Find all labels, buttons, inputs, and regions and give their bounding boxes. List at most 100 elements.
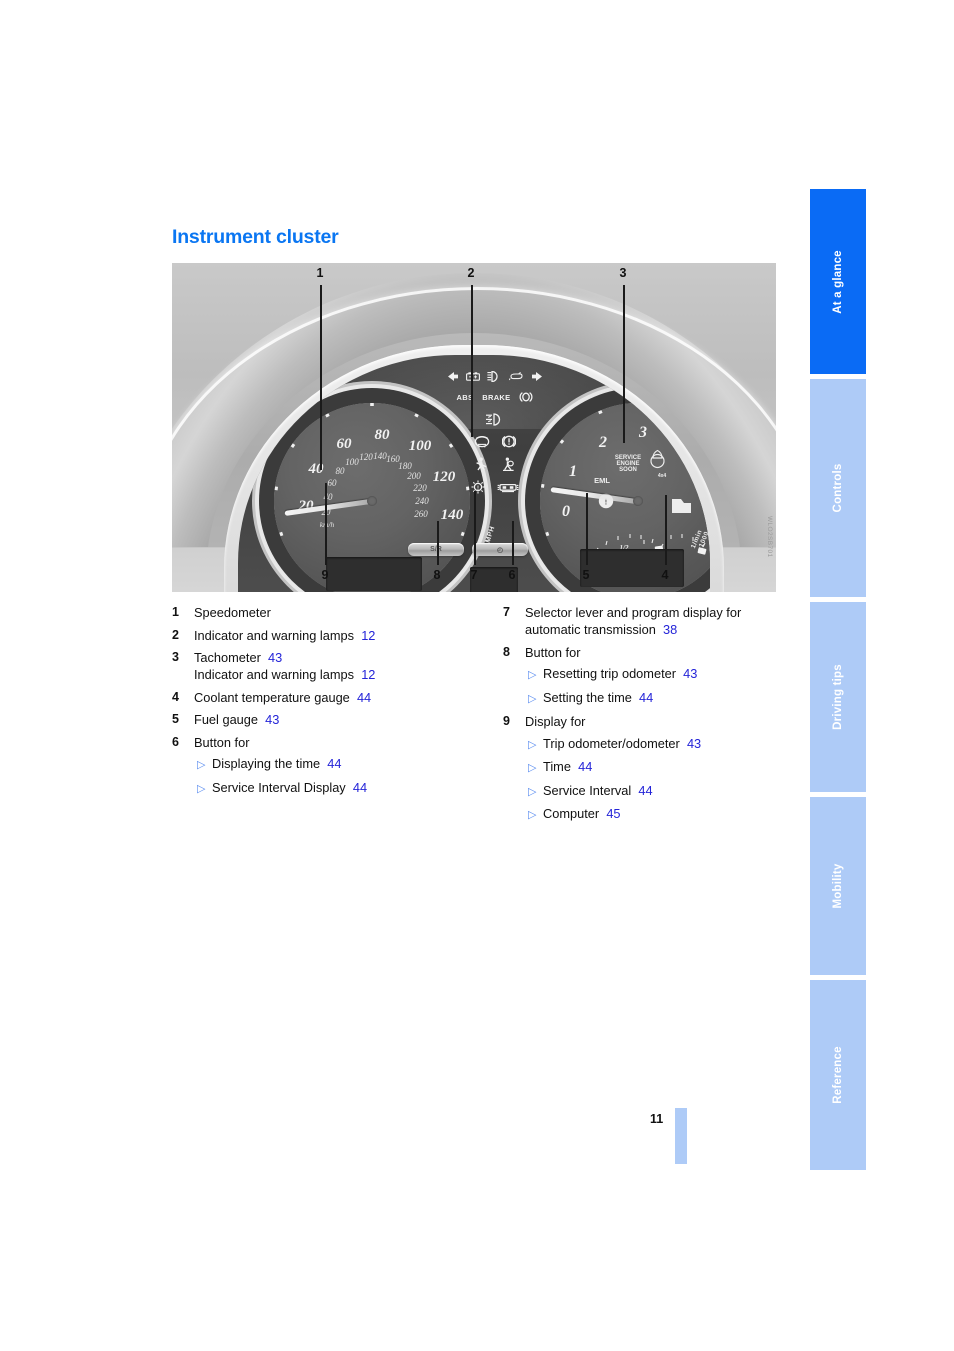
legend-entry-number: 1 xyxy=(172,605,179,619)
triangle-bullet-icon: ▷ xyxy=(528,669,537,681)
page-number: 11 xyxy=(650,1112,664,1126)
page-reference-link[interactable]: 38 xyxy=(656,622,677,637)
chapter-tab-label: Controls xyxy=(832,463,844,513)
page-reference-link[interactable]: 44 xyxy=(571,759,592,774)
chapter-tab-driving-tips[interactable]: Driving tips xyxy=(810,602,866,792)
turn-signal-right-icon xyxy=(531,371,544,382)
page-reference-link[interactable]: 45 xyxy=(599,806,620,821)
leader-line-9 xyxy=(325,483,327,565)
legend-entry-number: 3 xyxy=(172,650,179,664)
legend-sub-label: Service Interval Display xyxy=(212,779,346,795)
page-reference-link[interactable]: 12 xyxy=(354,667,375,682)
legend-entry: 9 Display for ▷ Trip odometer/odometer 43 ▷ Ti… xyxy=(503,713,793,824)
legend-sub-item: ▷ Setting the time 44 xyxy=(528,689,793,708)
legend-sub-item: ▷ Displaying the time 44 xyxy=(197,755,487,774)
svg-text:7: 7 xyxy=(709,540,710,557)
chapter-tab-label: Mobility xyxy=(832,863,844,909)
legend-entry: 1 Speedometer xyxy=(172,604,487,621)
chapter-tab-label: At a glance xyxy=(832,249,844,314)
legend-entry: 7 Selector lever and program display for a… xyxy=(503,604,793,638)
legend-entry-body: Display for ▷ Trip odometer/odometer 43 ▷ Tim… xyxy=(525,713,793,824)
legend-entry-text: automatic transmission 38 xyxy=(525,621,793,638)
four-wheel-drive-icon xyxy=(650,449,665,469)
indicator-warning-lamp-panel: ABS BRAKE ! xyxy=(448,369,542,559)
page-reference-link[interactable]: 44 xyxy=(320,756,341,771)
legend-text: Button for xyxy=(525,644,581,660)
callout-1: 1 xyxy=(316,266,324,280)
legend-sub-label: Displaying the time xyxy=(212,756,321,771)
legend-sub-label: Resetting trip odometer xyxy=(543,666,677,681)
legend-text: Coolant temperature gauge xyxy=(194,689,350,705)
legend-entry-text: Indicator and warning lamps 12 xyxy=(194,627,487,644)
legend-sub-text: Displaying the time 44 xyxy=(212,755,341,772)
legend-entry-body: Fuel gauge 43 xyxy=(194,711,487,728)
turn-signal-left-icon xyxy=(446,371,459,382)
legend-sub-item: ▷ Time 44 xyxy=(528,758,793,777)
svg-text:60: 60 xyxy=(337,436,353,452)
page-reference-link[interactable]: 44 xyxy=(350,690,371,705)
legend-sub-text: Service Interval Display 44 xyxy=(212,779,367,796)
leader-line-2 xyxy=(471,285,473,437)
seatbelt-icon xyxy=(475,457,489,471)
callout-7: 7 xyxy=(470,568,478,582)
svg-text:180: 180 xyxy=(398,461,412,471)
callout-3: 3 xyxy=(619,266,627,280)
chapter-tab-controls[interactable]: Controls xyxy=(810,379,866,597)
legend-entry-number: 4 xyxy=(172,689,179,704)
svg-text:120: 120 xyxy=(359,452,373,462)
svg-text:4x4: 4x4 xyxy=(658,473,667,479)
callout-2: 2 xyxy=(467,266,475,280)
legend-entry-body: Indicator and warning lamps 12 xyxy=(194,627,487,644)
legend-entry: 2 Indicator and warning lamps 12 xyxy=(172,627,487,644)
legend-entry-body: Coolant temperature gauge 44 xyxy=(194,689,487,706)
svg-text:240: 240 xyxy=(415,496,429,506)
page-reference-link[interactable]: 44 xyxy=(631,783,652,798)
legend-entry: 6 Button for ▷ Displaying the time 44 ▷ Servic… xyxy=(172,734,487,798)
legend-sub-item: ▷ Computer 45 xyxy=(528,805,793,824)
page-reference-link[interactable]: 43 xyxy=(258,712,279,727)
triangle-bullet-icon: ▷ xyxy=(528,692,537,705)
door-ajar-icon xyxy=(497,481,519,494)
legend-entry-text: Indicator and warning lamps 12 xyxy=(194,666,487,683)
legend-text: Tachometer xyxy=(194,650,261,665)
clock-button[interactable]: ◴ xyxy=(472,543,528,556)
figure-watermark: WLO2SB701 xyxy=(766,516,773,558)
legend-entry-body: Button for ▷ Resetting trip odometer 43 ▷ Set… xyxy=(525,644,793,708)
legend-sub-label: Setting the time xyxy=(543,689,632,705)
chapter-tab-at-a-glance[interactable]: At a glance xyxy=(810,189,866,374)
leader-line-3 xyxy=(623,285,625,443)
page-reference-link[interactable]: 44 xyxy=(632,690,653,705)
legend-entry: 8 Button for ▷ Resetting trip odometer 43 ▷ Se… xyxy=(503,644,793,708)
svg-text:1: 1 xyxy=(569,463,577,480)
legend-sub-text: Time 44 xyxy=(543,758,592,775)
page-reference-link[interactable]: 44 xyxy=(346,780,367,795)
svg-text:140: 140 xyxy=(373,451,387,461)
chapter-tab-label: Reference xyxy=(832,1046,844,1104)
legend-sub-text: Computer 45 xyxy=(543,805,621,822)
legend-entry: 3 Tachometer 43 Indicator and warning lamps… xyxy=(172,649,487,683)
brake-pad-wear-icon xyxy=(474,435,490,448)
svg-text:2: 2 xyxy=(598,434,607,451)
dsc-stability-icon xyxy=(519,391,533,403)
svg-text:220: 220 xyxy=(413,483,427,493)
legend-column-left: 1 Speedometer 2 Indicator and warning lamps… xyxy=(172,604,487,803)
page-reference-link[interactable]: 43 xyxy=(680,736,701,751)
svg-text:!: ! xyxy=(477,486,479,492)
page-reference-link[interactable]: 12 xyxy=(354,628,375,643)
legend-entry-number: 5 xyxy=(172,712,179,726)
speedometer-hub xyxy=(367,496,377,506)
chapter-tab-mobility[interactable]: Mobility xyxy=(810,797,866,975)
sr-button[interactable]: S/R xyxy=(408,543,464,556)
legend-sub-item: ▷ Resetting trip odometer 43 xyxy=(528,665,793,684)
page-reference-link[interactable]: 43 xyxy=(261,650,282,665)
triangle-bullet-icon: ▷ xyxy=(197,759,206,771)
legend-entry-text: Speedometer xyxy=(194,604,487,621)
callout-4: 4 xyxy=(661,568,669,582)
page-reference-link[interactable]: 43 xyxy=(676,666,697,681)
chapter-tab-reference[interactable]: Reference xyxy=(810,980,866,1170)
leader-line-8 xyxy=(437,521,439,565)
legend-text: automatic transmission xyxy=(525,622,656,637)
legend-text: Fuel gauge xyxy=(194,712,259,727)
svg-text:100: 100 xyxy=(409,438,432,454)
legend-sub-label: Time xyxy=(543,759,571,774)
